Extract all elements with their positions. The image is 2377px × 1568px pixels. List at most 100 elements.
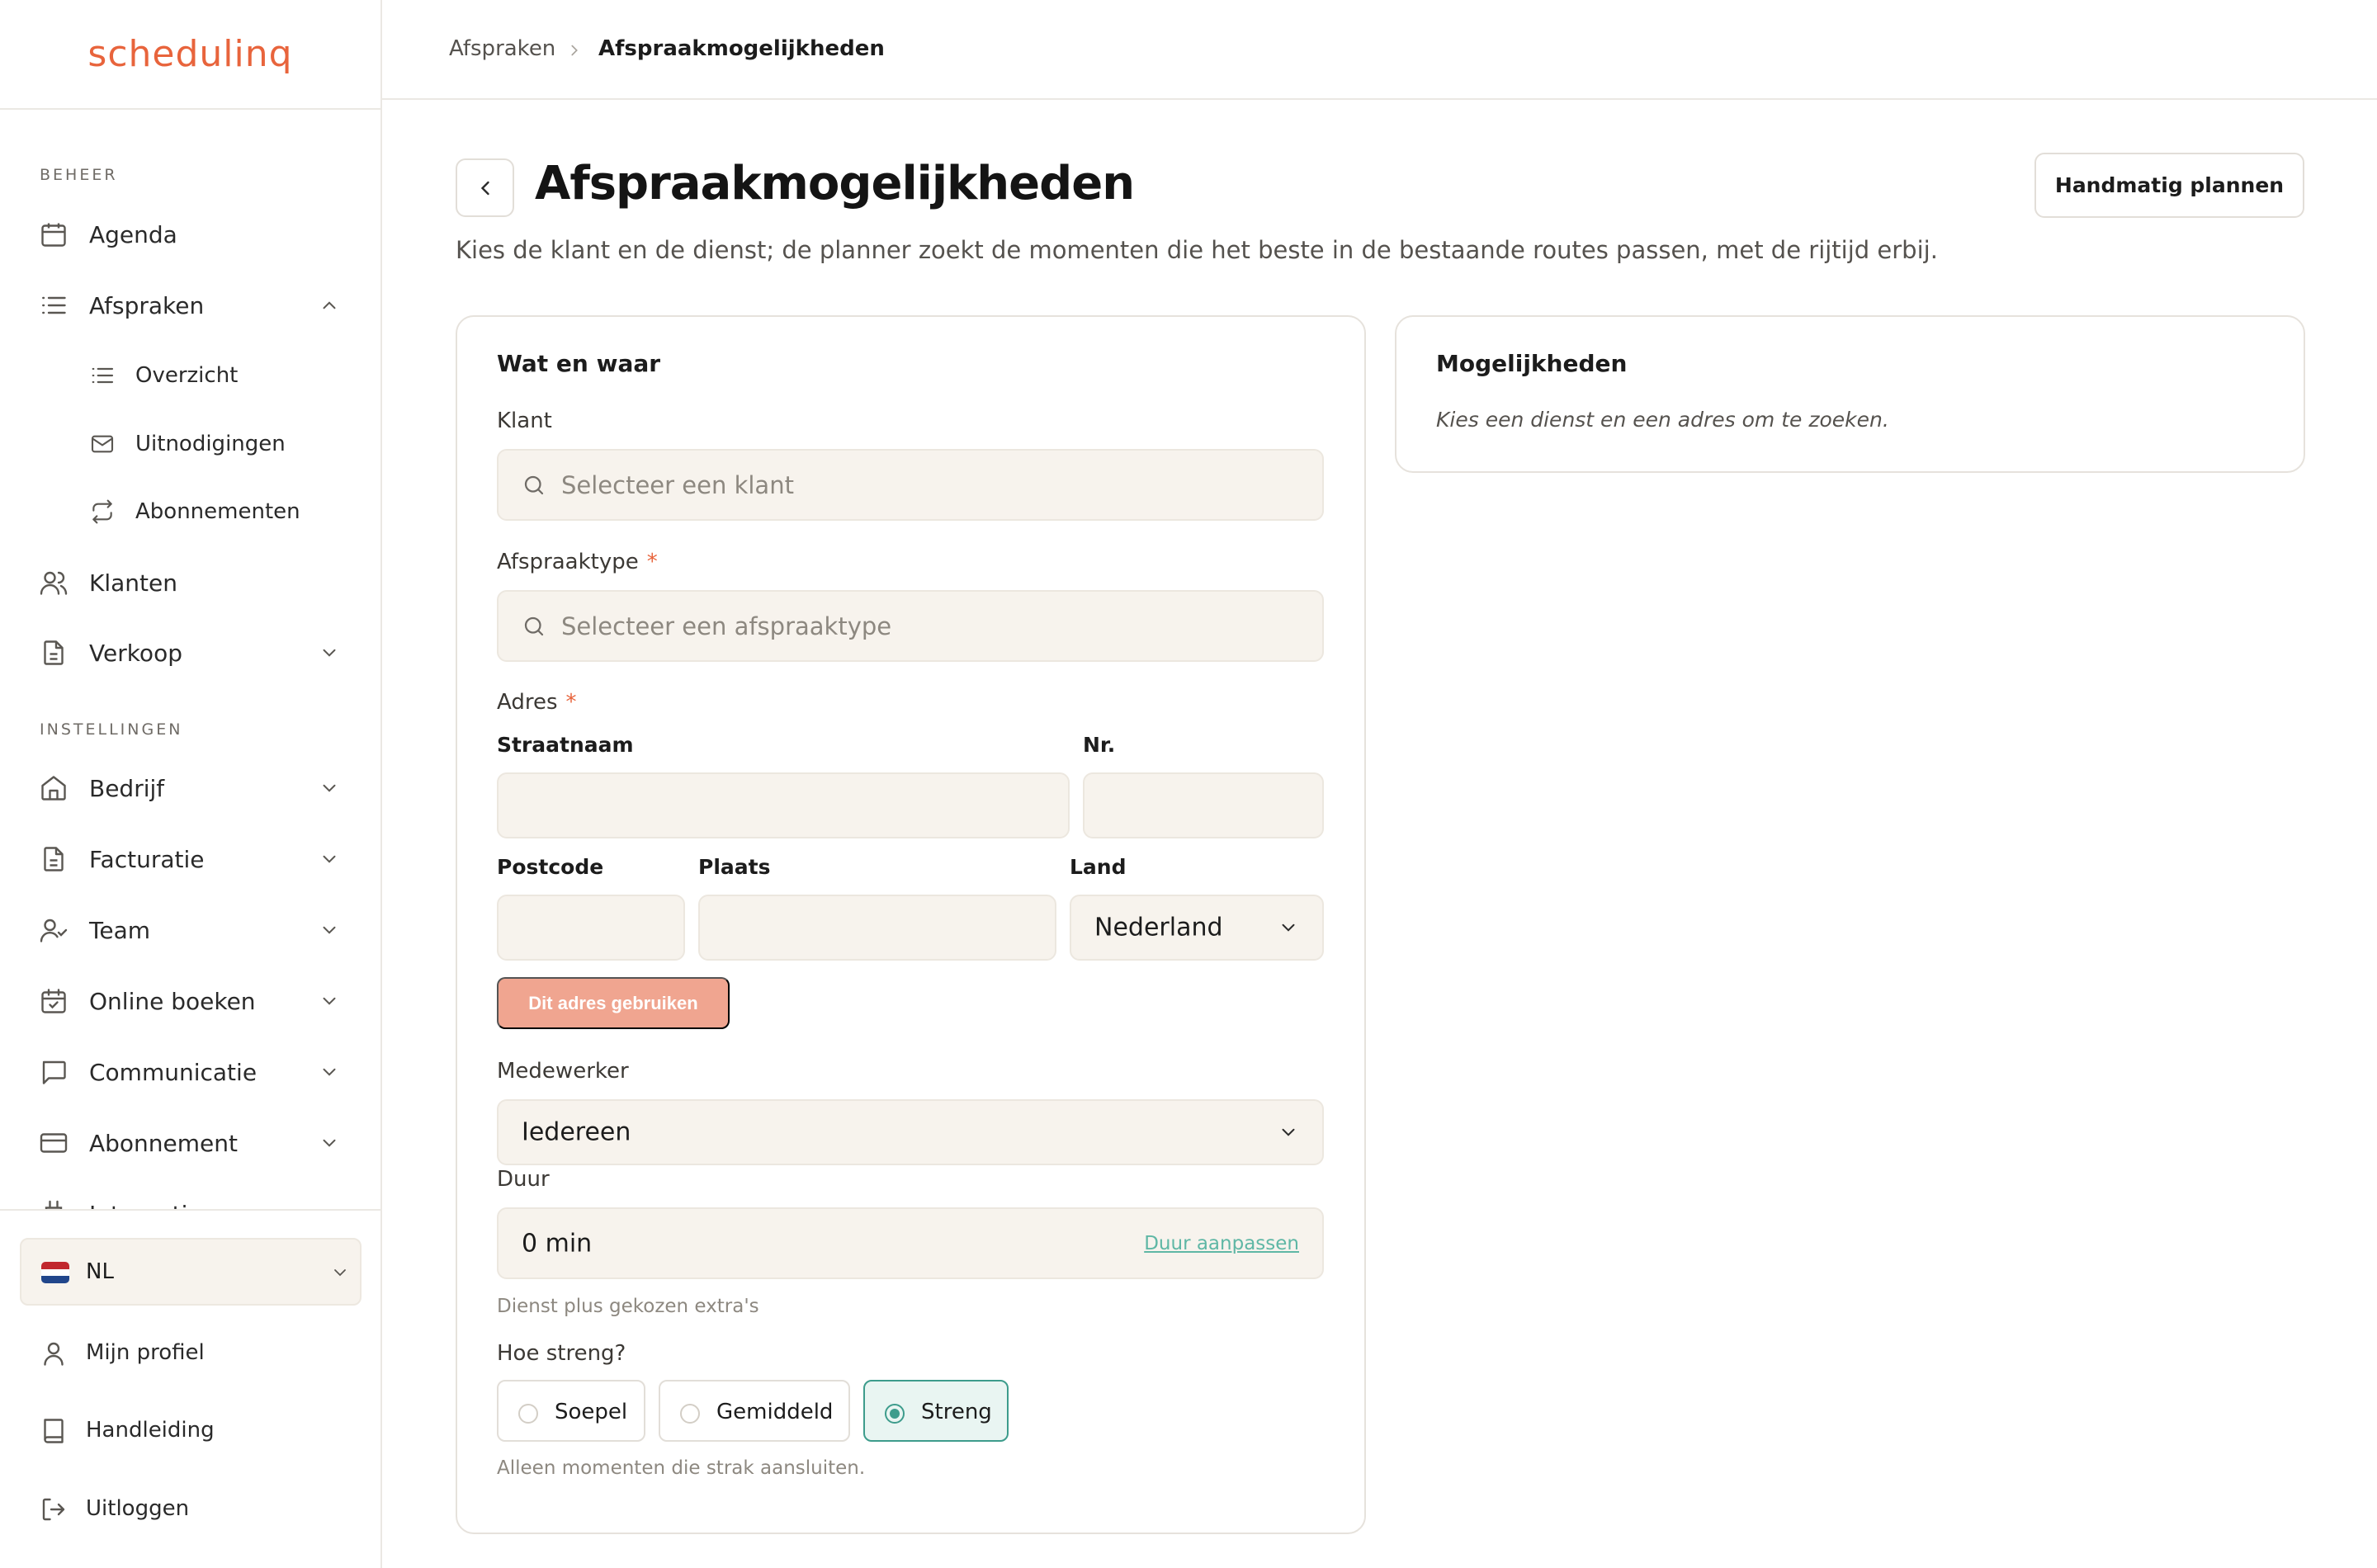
sidebar: schedulinq BEHEER Agenda Afspraken Overz… [0,0,382,1568]
sidebar-item-klanten[interactable]: Klanten [0,554,380,612]
chevron-down-icon [319,1132,340,1154]
sidebar-item-label: Overzicht [135,363,239,388]
chevron-left-icon [474,177,497,200]
sidebar-item-abonnement[interactable]: Abonnement [0,1114,380,1172]
manual-plan-button[interactable]: Handmatig plannen [2034,153,2304,218]
language-select[interactable]: NL [20,1238,362,1306]
sidebar-item-team[interactable]: Team [0,901,380,959]
message-icon [39,1057,69,1087]
sidebar-item-label: Abonnement [89,1129,239,1157]
street-label: Straatnaam [497,733,634,757]
radio-label: Gemiddeld [716,1400,834,1424]
logout-icon [39,1495,69,1524]
appointment-type-search-input[interactable]: Selecteer een afspraaktype [497,590,1324,662]
app-logo[interactable]: schedulinq [87,33,292,75]
employee-select[interactable]: Iedereen [497,1099,1324,1165]
adjust-duration-link[interactable]: Duur aanpassen [1144,1233,1299,1254]
street-field[interactable] [497,772,1070,838]
sidebar-item-integraties[interactable]: Integraties [0,1185,380,1209]
strictness-option-streng[interactable]: Streng [863,1380,1009,1442]
sidebar-item-label: Mijn profiel [86,1340,205,1365]
chevron-down-icon [319,990,340,1012]
calendar-icon [39,220,69,249]
results-empty-hint: Kies een dienst en een adres om te zoeke… [1436,408,1889,432]
user-icon [39,1339,69,1368]
repeat-icon [89,498,116,525]
client-search-input[interactable]: Selecteer een klant [497,449,1324,521]
breadcrumb: Afspraken Afspraakmogelijkheden [382,0,2377,100]
results-card-title: Mogelijkheden [1436,350,1628,377]
page-title: Afspraakmogelijkheden [535,157,1135,210]
employee-value: Iedereen [522,1117,631,1147]
chevron-down-icon [1278,1122,1299,1143]
country-label: Land [1070,855,1127,879]
postcode-field[interactable] [497,895,685,961]
sidebar-item-label: Agenda [89,220,177,248]
duration-field[interactable]: 0 min Duur aanpassen [497,1207,1324,1279]
sidebar-item-uitloggen[interactable]: Uitloggen [0,1485,380,1534]
calendar-check-icon [39,986,69,1016]
plug-icon [39,1199,69,1209]
sidebar-item-uitnodigingen[interactable]: Uitnodigingen [0,415,380,473]
back-button[interactable] [456,158,514,217]
employee-label: Medewerker [497,1059,629,1084]
flag-nl-icon [41,1262,69,1283]
chevron-down-icon [319,642,340,664]
number-label: Nr. [1083,733,1116,757]
client-placeholder: Selecteer een klant [561,470,794,499]
city-label: Plaats [698,855,771,879]
sidebar-item-overzicht[interactable]: Overzicht [0,347,380,404]
client-label: Klant [497,409,552,433]
required-marker: * [565,690,577,715]
list-icon [89,362,116,389]
document-icon [39,638,69,668]
house-number-field[interactable] [1083,772,1324,838]
sidebar-item-communicatie[interactable]: Communicatie [0,1043,380,1101]
strictness-option-soepel[interactable]: Soepel [497,1380,645,1442]
list-icon [39,290,69,320]
appointment-type-placeholder: Selecteer een afspraaktype [561,612,892,640]
sidebar-item-verkoop[interactable]: Verkoop [0,624,380,682]
duration-label: Duur [497,1167,550,1192]
chevron-down-icon [319,848,340,870]
document-icon [39,844,69,874]
sidebar-item-afspraken[interactable]: Afspraken [0,276,380,334]
required-marker: * [646,550,658,574]
city-field[interactable] [698,895,1056,961]
radio-icon [518,1404,538,1424]
sidebar-item-label: Abonnementen [135,499,300,524]
breadcrumb-current: Afspraakmogelijkheden [598,36,885,61]
breadcrumb-parent[interactable]: Afspraken [449,36,555,61]
chevron-down-icon [1278,917,1299,938]
sidebar-item-label: Communicatie [89,1058,258,1086]
country-select[interactable]: Nederland [1070,895,1324,961]
sidebar-nav[interactable]: BEHEER Agenda Afspraken Overzicht Uitnod… [0,111,380,1209]
sidebar-item-label: Uitloggen [86,1496,190,1521]
section-label-instellingen: INSTELLINGEN [40,720,183,739]
radio-icon [680,1404,700,1424]
chevron-up-icon [319,295,340,316]
mail-icon [89,431,116,457]
strictness-option-gemiddeld[interactable]: Gemiddeld [659,1380,850,1442]
use-address-button[interactable]: Dit adres gebruiken [497,977,730,1029]
users-icon [39,568,69,597]
chevron-right-icon [565,41,584,59]
user-check-icon [39,915,69,945]
sidebar-item-label: Uitnodigingen [135,432,286,456]
search-icon [522,614,546,639]
sidebar-item-abonnementen[interactable]: Abonnementen [0,483,380,541]
sidebar-item-label: Handleiding [86,1418,215,1443]
duration-value: 0 min [522,1229,593,1258]
form-card-title: Wat en waar [497,350,661,377]
sidebar-item-agenda[interactable]: Agenda [0,205,380,263]
language-code: NL [86,1259,114,1284]
home-icon [39,773,69,803]
chevron-down-icon [319,919,340,941]
sidebar-item-online-boeken[interactable]: Online boeken [0,972,380,1030]
strictness-label: Hoe streng? [497,1341,626,1366]
sidebar-item-facturatie[interactable]: Facturatie [0,830,380,888]
sidebar-item-label: Facturatie [89,845,205,873]
sidebar-item-bedrijf[interactable]: Bedrijf [0,759,380,817]
sidebar-item-handleiding[interactable]: Handleiding [0,1406,380,1456]
sidebar-item-mijn-profiel[interactable]: Mijn profiel [0,1329,380,1378]
